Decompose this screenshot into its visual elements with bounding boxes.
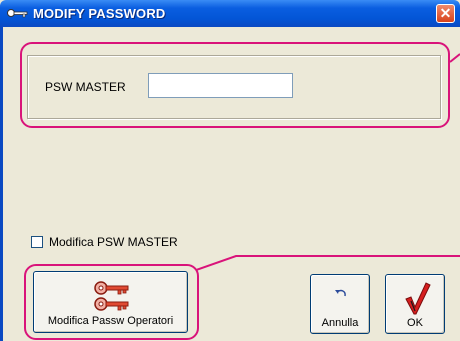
highlight-password-group (20, 42, 450, 128)
window-border (0, 27, 3, 341)
highlight-modify-operators (24, 264, 199, 340)
checkmark-icon (405, 282, 431, 315)
modifica-psw-master-checkbox[interactable] (31, 236, 43, 248)
window-title: MODIFY PASSWORD (33, 6, 166, 21)
highlight-callout-line-bottom (196, 255, 460, 271)
close-button[interactable]: ✕ (436, 4, 455, 23)
key-icon (7, 9, 28, 18)
undo-icon (335, 289, 346, 297)
ok-label: OK (407, 317, 423, 329)
cancel-button[interactable]: Annulla (310, 274, 370, 334)
highlight-callout-line-top (449, 53, 460, 63)
modifica-psw-master-label: Modifica PSW MASTER (49, 235, 178, 249)
cancel-label: Annulla (321, 317, 359, 329)
close-icon: ✕ (439, 5, 452, 21)
title-bar[interactable]: MODIFY PASSWORD ✕ (0, 0, 460, 27)
ok-button[interactable]: OK (385, 274, 445, 334)
